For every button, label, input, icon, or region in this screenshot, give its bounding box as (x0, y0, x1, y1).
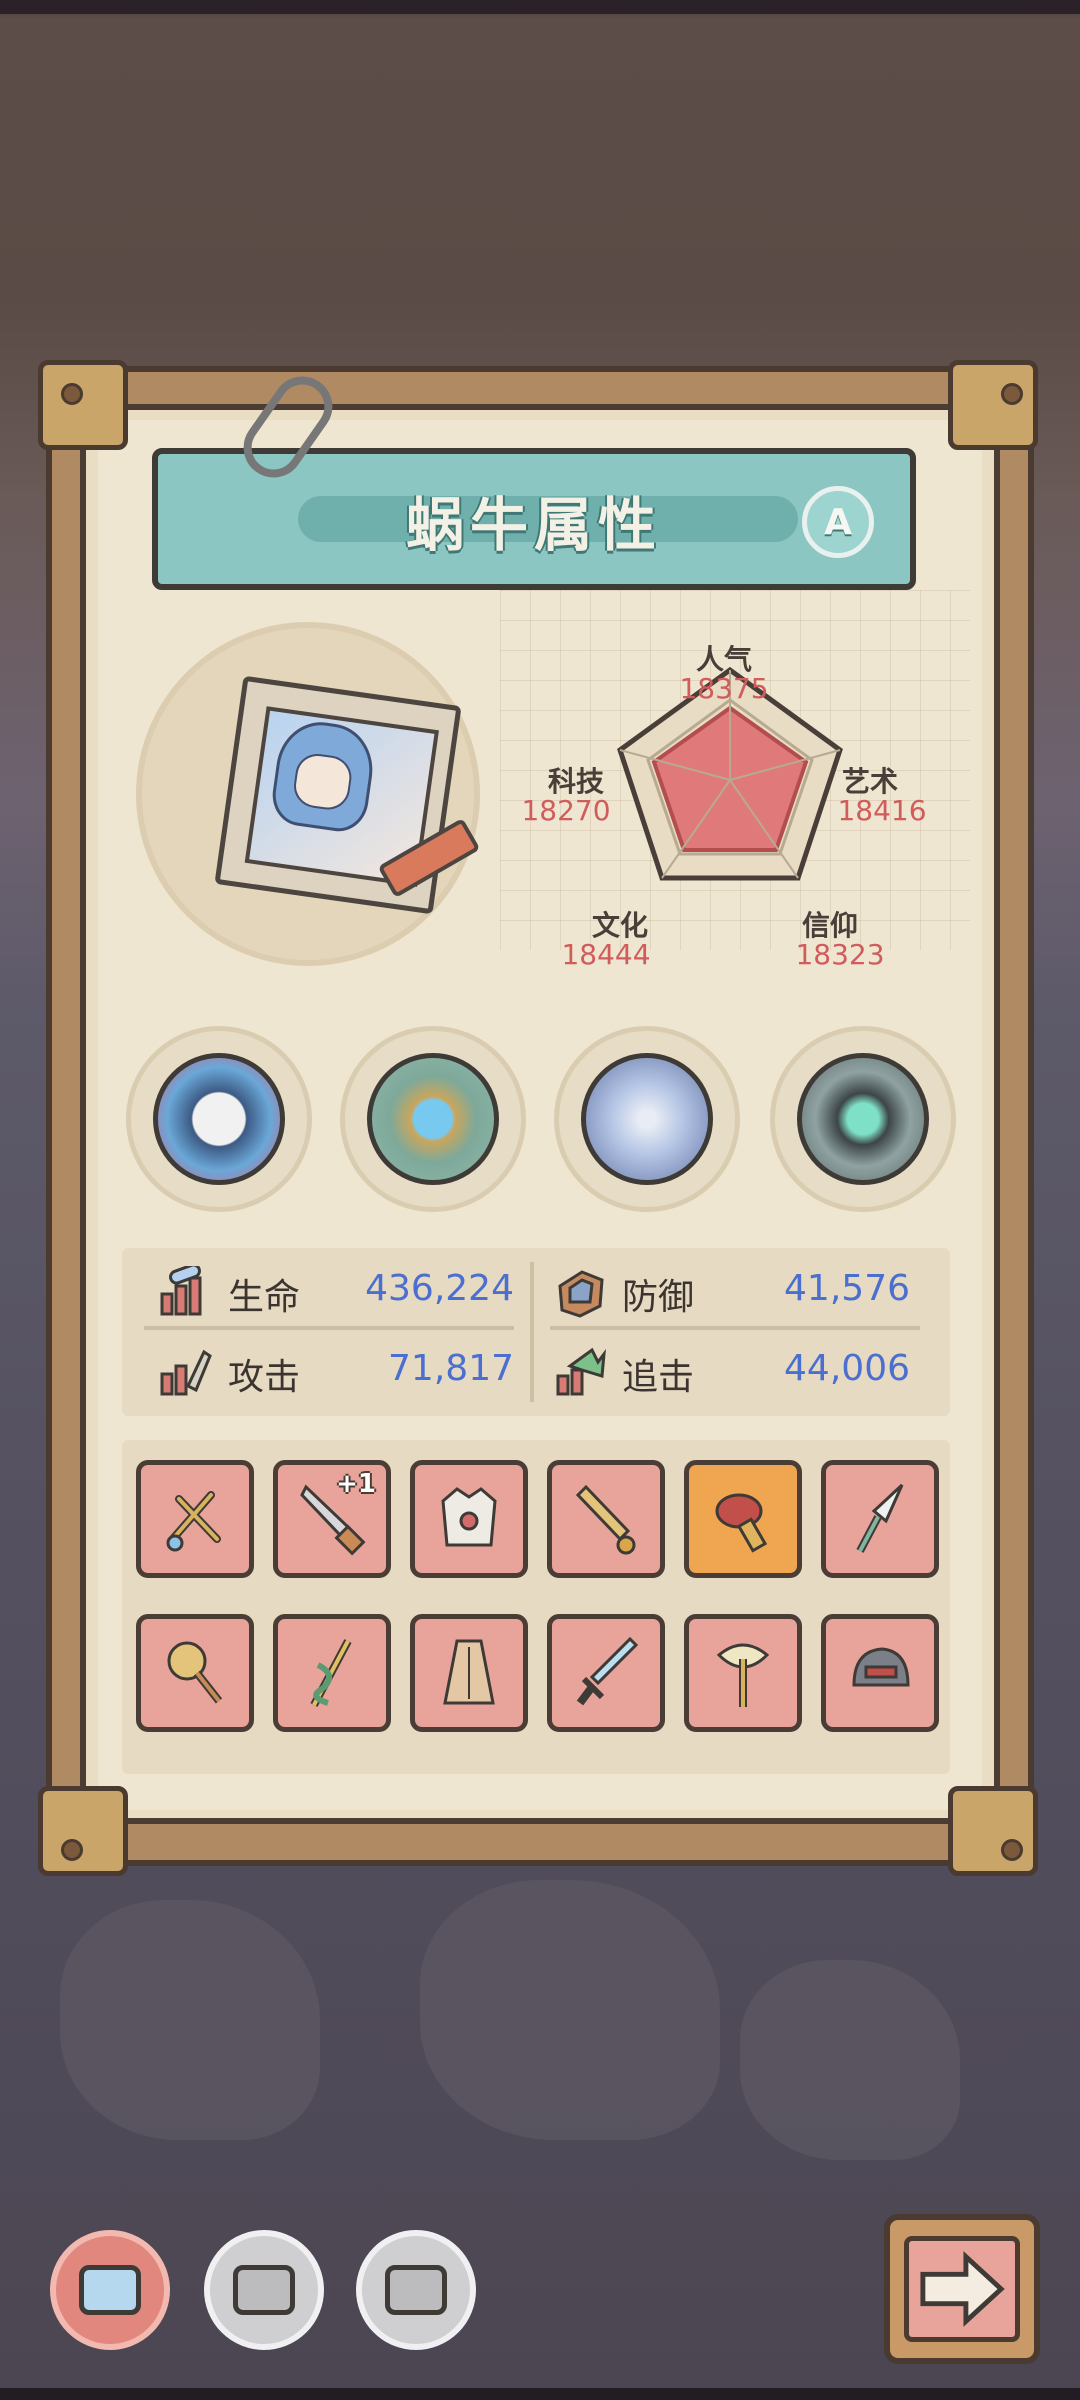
upgrade-badge: +1 (336, 1469, 376, 1499)
stat-value-defense: 41,576 (784, 1268, 910, 1309)
divider (530, 1262, 534, 1402)
item-slot-highlighted[interactable] (684, 1460, 802, 1578)
stat-value-health: 436,224 (365, 1268, 514, 1309)
item-slot[interactable]: +1 (273, 1460, 391, 1578)
corner-bracket (948, 360, 1038, 450)
corner-bracket (38, 1786, 128, 1876)
divider (550, 1326, 920, 1330)
corner-bracket (948, 1786, 1038, 1876)
grade-badge[interactable]: A (802, 486, 874, 558)
item-slot[interactable] (136, 1614, 254, 1732)
sword-icon (576, 1636, 639, 1706)
equip-slot-2[interactable] (340, 1026, 526, 1212)
stat-value-pursuit: 44,006 (784, 1348, 910, 1389)
torch-blade-icon (575, 1484, 636, 1555)
chip-icon (233, 2265, 295, 2315)
helmet-icon (852, 1647, 910, 1687)
page-title: 蜗牛属性 (405, 491, 662, 559)
equip-slot-4[interactable] (770, 1026, 956, 1212)
item-slot[interactable] (273, 1614, 391, 1732)
rock (60, 1900, 320, 2140)
item-slot[interactable] (684, 1614, 802, 1732)
item-slot[interactable] (136, 1460, 254, 1578)
chip-icon (385, 2265, 447, 2315)
item-slot[interactable] (410, 1614, 528, 1732)
defense-icon (558, 1270, 604, 1318)
attr-value-tech: 18270 (521, 794, 611, 827)
spiked-wreath-icon (153, 1053, 285, 1185)
stat-name-defense: 防御 (622, 1277, 695, 1318)
pursuit-icon (556, 1347, 606, 1396)
next-button-face (904, 2236, 1020, 2342)
tab-chip-1[interactable] (50, 2230, 170, 2350)
item-slot[interactable] (547, 1614, 665, 1732)
blaster-icon (715, 1493, 768, 1553)
next-button[interactable] (884, 2214, 1040, 2364)
tab-chip-3[interactable] (356, 2230, 476, 2350)
attr-value-popularity: 18375 (679, 672, 769, 705)
spear-tip-icon (856, 1483, 904, 1553)
equip-slot-1[interactable] (126, 1026, 312, 1212)
serpent-staff-icon (310, 1639, 352, 1707)
health-icon (160, 1266, 202, 1316)
status-bar (0, 0, 1080, 14)
chip-icon (79, 2265, 141, 2315)
slingshot-icon (166, 1491, 221, 1552)
tab-chip-2[interactable] (204, 2230, 324, 2350)
mace-icon (167, 1641, 223, 1704)
attack-icon (160, 1349, 212, 1396)
corner-bracket (38, 360, 128, 450)
stat-name-attack: 攻击 (228, 1357, 301, 1398)
item-slot[interactable] (821, 1460, 939, 1578)
gem-shell-icon (367, 1053, 499, 1185)
divider (144, 1326, 514, 1330)
attr-value-culture: 18444 (561, 938, 651, 971)
attr-value-faith: 18323 (795, 938, 885, 971)
equip-slot-3[interactable] (554, 1026, 740, 1212)
nav-bar (0, 2388, 1080, 2400)
stat-value-attack: 71,817 (388, 1348, 514, 1389)
attr-value-art: 18416 (837, 794, 927, 827)
rock (740, 1960, 960, 2160)
compass-icon (581, 1053, 713, 1185)
stat-name-health: 生命 (228, 1277, 301, 1318)
stat-name-pursuit: 追击 (622, 1357, 695, 1398)
item-slot[interactable] (547, 1460, 665, 1578)
item-slot[interactable] (410, 1460, 528, 1578)
axe-icon (716, 1643, 770, 1707)
cloak-icon (443, 1639, 495, 1705)
stats-panel: 生命 436,224 防御 41,576 攻击 71,817 追击 44,006 (122, 1248, 950, 1416)
item-slot[interactable] (821, 1614, 939, 1732)
rock (420, 1880, 720, 2140)
arrow-right-icon (920, 2251, 1005, 2327)
armor-vest-icon (441, 1487, 497, 1547)
swirl-orb-icon (797, 1053, 929, 1185)
